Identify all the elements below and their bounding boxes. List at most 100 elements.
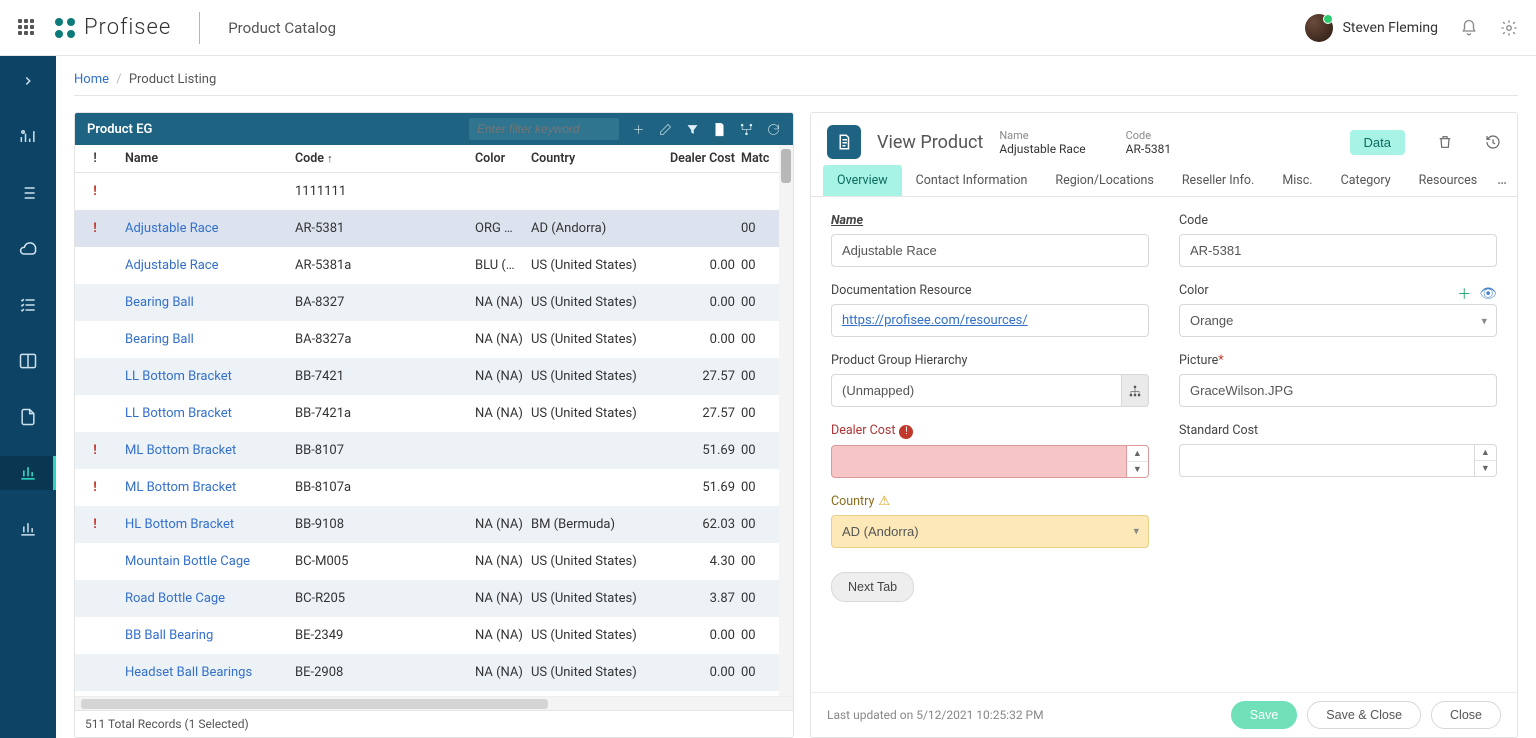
name-label: Name (831, 213, 1149, 228)
chevron-down-icon: ▾ (1481, 314, 1487, 327)
sidebar-file[interactable] (0, 400, 56, 434)
sidebar-expand[interactable] (0, 64, 56, 98)
table-row[interactable]: !HL Bottom BracketBB-9108NA (NA)BM (Berm… (75, 506, 793, 543)
tab-misc[interactable]: Misc. (1268, 165, 1326, 196)
document-icon (827, 125, 861, 159)
country-select[interactable] (831, 515, 1149, 548)
edit-icon[interactable] (658, 122, 673, 137)
table-row[interactable]: LL Bottom BracketBB-7421aNA (NA)US (Unit… (75, 395, 793, 432)
warning-badge-icon: ⚠ (878, 494, 890, 509)
tab-resources[interactable]: Resources (1405, 165, 1492, 196)
picture-field[interactable] (1179, 374, 1497, 407)
country-label: Country⚠ (831, 494, 1149, 509)
tabs-overflow[interactable]: … (1491, 173, 1513, 188)
filter-input[interactable] (469, 118, 619, 140)
color-label: Color (1179, 283, 1209, 298)
history-icon[interactable] (1485, 134, 1501, 150)
sidebar-dashboard[interactable] (0, 120, 56, 154)
vertical-scrollbar[interactable] (779, 145, 793, 696)
doc-link[interactable]: https://profisee.com/resources/ (831, 304, 1149, 337)
horizontal-scrollbar[interactable] (75, 696, 793, 710)
sidebar-cloud[interactable] (0, 232, 56, 266)
table-row[interactable]: BB Ball BearingBE-2349NA (NA)US (United … (75, 617, 793, 654)
page-title: Product Catalog (228, 19, 336, 37)
sidebar (0, 56, 56, 738)
spinner-down-icon[interactable]: ▼ (1475, 461, 1496, 476)
table-row[interactable]: Bearing BallBA-8327aNA (NA)US (United St… (75, 321, 793, 358)
save-button[interactable]: Save (1231, 701, 1298, 729)
add-icon[interactable] (631, 122, 646, 137)
gear-icon[interactable] (1500, 19, 1518, 37)
chevron-down-icon: ▾ (1133, 525, 1139, 538)
app-launcher-icon[interactable] (18, 19, 36, 37)
table-row[interactable]: !Adjustable RaceAR-5381ORG …AD (Andorra)… (75, 210, 793, 247)
spinner-down-icon[interactable]: ▼ (1127, 462, 1148, 477)
color-view-icon[interactable]: 👁 (1479, 286, 1497, 302)
code-label: Code (1179, 213, 1497, 228)
spinner-up-icon[interactable]: ▲ (1475, 445, 1496, 461)
table-row[interactable]: !1111111 (75, 173, 793, 210)
color-select[interactable] (1179, 304, 1497, 337)
tabs-prev-icon[interactable]: ◀ (1517, 174, 1518, 187)
sidebar-reports[interactable] (0, 512, 56, 546)
last-updated: Last updated on 5/12/2021 10:25:32 PM (827, 708, 1044, 722)
relations-icon[interactable] (739, 122, 754, 137)
dealer-cost-field[interactable] (831, 445, 1127, 478)
table-row[interactable]: Headset Ball BearingsBE-2908NA (NA)US (U… (75, 654, 793, 691)
breadcrumb: Home / Product Listing (74, 70, 1518, 96)
table-row[interactable]: Adjustable RaceAR-5381aBLU (…US (United … (75, 247, 793, 284)
close-button[interactable]: Close (1431, 701, 1501, 729)
breadcrumb-home[interactable]: Home (74, 72, 109, 87)
error-badge-icon: ! (899, 425, 913, 439)
topbar: Profisee Product Catalog Steven Fleming (0, 0, 1536, 56)
color-add-icon[interactable]: ＋ (1457, 284, 1471, 304)
picture-label: Picture* (1179, 353, 1497, 368)
grid-table: ! Name Code ↑ Color Country Dealer Cost … (75, 145, 793, 696)
tabs: Overview Contact Information Region/Loca… (811, 165, 1517, 197)
filter-icon[interactable] (685, 122, 700, 137)
tab-reseller[interactable]: Reseller Info. (1168, 165, 1269, 196)
table-row[interactable]: !ML Bottom BracketBB-810751.6900 (75, 432, 793, 469)
doc-label: Documentation Resource (831, 283, 1149, 298)
bell-icon[interactable] (1460, 19, 1478, 37)
refresh-icon[interactable] (766, 122, 781, 137)
table-row[interactable]: !ML Bottom BracketBB-8107a51.6900 (75, 469, 793, 506)
spinner-up-icon[interactable]: ▲ (1127, 446, 1148, 462)
breadcrumb-current: Product Listing (129, 72, 216, 87)
trash-icon[interactable] (1437, 134, 1453, 150)
hierarchy-icon[interactable] (1122, 374, 1149, 407)
detail-panel: View Product NameAdjustable Race CodeAR-… (810, 112, 1518, 738)
avatar (1305, 14, 1333, 42)
stdcost-label: Standard Cost (1179, 423, 1497, 438)
code-field[interactable] (1179, 234, 1497, 267)
table-row[interactable]: Road Bottle CageBC-R205NA (NA)US (United… (75, 580, 793, 617)
detail-title: View Product (877, 132, 983, 153)
table-row[interactable]: Bearing BallBA-8327NA (NA)US (United Sta… (75, 284, 793, 321)
save-close-button[interactable]: Save & Close (1307, 701, 1421, 729)
brand-logo: Profisee (54, 15, 171, 40)
sidebar-tasks[interactable] (0, 288, 56, 322)
tab-region[interactable]: Region/Locations (1041, 165, 1167, 196)
detail-footer: Last updated on 5/12/2021 10:25:32 PM Sa… (811, 692, 1517, 737)
table-row[interactable]: Mountain Bottle CageBC-M005NA (NA)US (Un… (75, 543, 793, 580)
sidebar-panels[interactable] (0, 344, 56, 378)
tab-category[interactable]: Category (1327, 165, 1405, 196)
next-tab-button[interactable]: Next Tab (831, 572, 914, 602)
group-field[interactable] (831, 374, 1122, 407)
sidebar-list[interactable] (0, 176, 56, 210)
group-label: Product Group Hierarchy (831, 353, 1149, 368)
stdcost-field[interactable] (1179, 444, 1475, 477)
sidebar-analytics-active[interactable] (0, 456, 56, 490)
table-row[interactable]: LL Bottom BracketBB-7421NA (NA)US (Unite… (75, 358, 793, 395)
data-button[interactable]: Data (1350, 130, 1405, 155)
sort-asc-icon: ↑ (327, 152, 333, 165)
grid-columns: ! Name Code ↑ Color Country Dealer Cost … (75, 145, 793, 173)
grid-header: Product EG (75, 113, 793, 145)
grid-footer: 511 Total Records (1 Selected) (75, 710, 793, 737)
export-icon[interactable] (712, 122, 727, 137)
tab-contact[interactable]: Contact Information (902, 165, 1042, 196)
name-field[interactable] (831, 234, 1149, 267)
user-chip[interactable]: Steven Fleming (1305, 14, 1438, 42)
dealer-cost-label: Dealer Cost! (831, 423, 1149, 439)
tab-overview[interactable]: Overview (823, 165, 902, 196)
